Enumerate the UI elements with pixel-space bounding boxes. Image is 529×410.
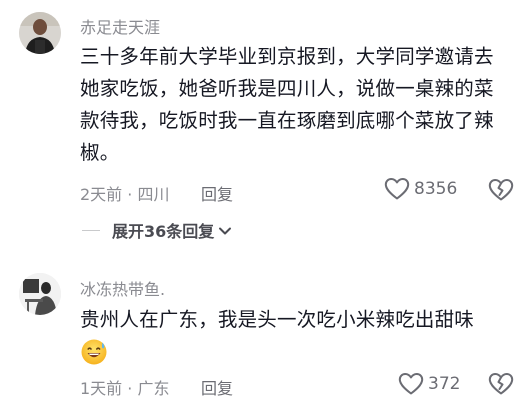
broken-heart-icon	[488, 373, 514, 400]
grinning-sweat-emoji	[80, 338, 108, 370]
expand-replies-label: 展开36条回复	[112, 222, 215, 241]
dislike-button[interactable]	[488, 372, 514, 400]
avatar[interactable]	[19, 273, 61, 315]
meta-separator: ·	[122, 379, 138, 398]
comment-time: 1天前	[80, 379, 123, 398]
heart-outline-icon	[384, 177, 410, 201]
comment-username[interactable]: 赤足走天涯	[80, 14, 160, 38]
comment-line: 椒。	[80, 141, 120, 164]
avatar[interactable]	[19, 12, 61, 54]
meta-separator: ·	[122, 185, 138, 204]
broken-heart-icon	[488, 179, 514, 206]
comment-line: 款待我，吃饭时我一直在琢磨到底哪个菜放了辣	[80, 109, 494, 132]
comment-line: 三十多年前大学毕业到京报到，大学同学邀请去	[80, 45, 494, 68]
chevron-down-icon	[218, 221, 232, 240]
comment-location: 广东	[137, 379, 170, 398]
dislike-button[interactable]	[488, 178, 514, 206]
comment-line: 她家吃饭，她爸听我是四川人，说做一桌辣的菜	[80, 77, 494, 100]
like-button[interactable]: 8356	[384, 177, 457, 201]
comment-username[interactable]: 冰冻热带鱼.	[80, 276, 165, 300]
reply-button[interactable]: 回复	[201, 181, 233, 205]
comment-meta: 2天前 · 四川	[80, 181, 169, 205]
like-count: 372	[428, 374, 461, 394]
expand-replies-button[interactable]: 展开36条回复	[82, 218, 232, 242]
expand-divider-line	[82, 229, 100, 231]
heart-outline-icon	[398, 372, 424, 396]
comment-text: 贵州人在广东，我是头一次吃小米辣吃出甜味	[80, 304, 520, 336]
reply-button[interactable]: 回复	[201, 375, 233, 399]
comment-meta: 1天前 · 广东	[80, 375, 169, 399]
like-count: 8356	[414, 179, 458, 199]
comment-time: 2天前	[80, 185, 123, 204]
like-button[interactable]: 372	[398, 372, 460, 396]
comment-line: 贵州人在广东，我是头一次吃小米辣吃出甜味	[80, 308, 475, 331]
comment-location: 四川	[137, 185, 170, 204]
comment-text: 三十多年前大学毕业到京报到，大学同学邀请去 她家吃饭，她爸听我是四川人，说做一桌…	[80, 41, 520, 169]
